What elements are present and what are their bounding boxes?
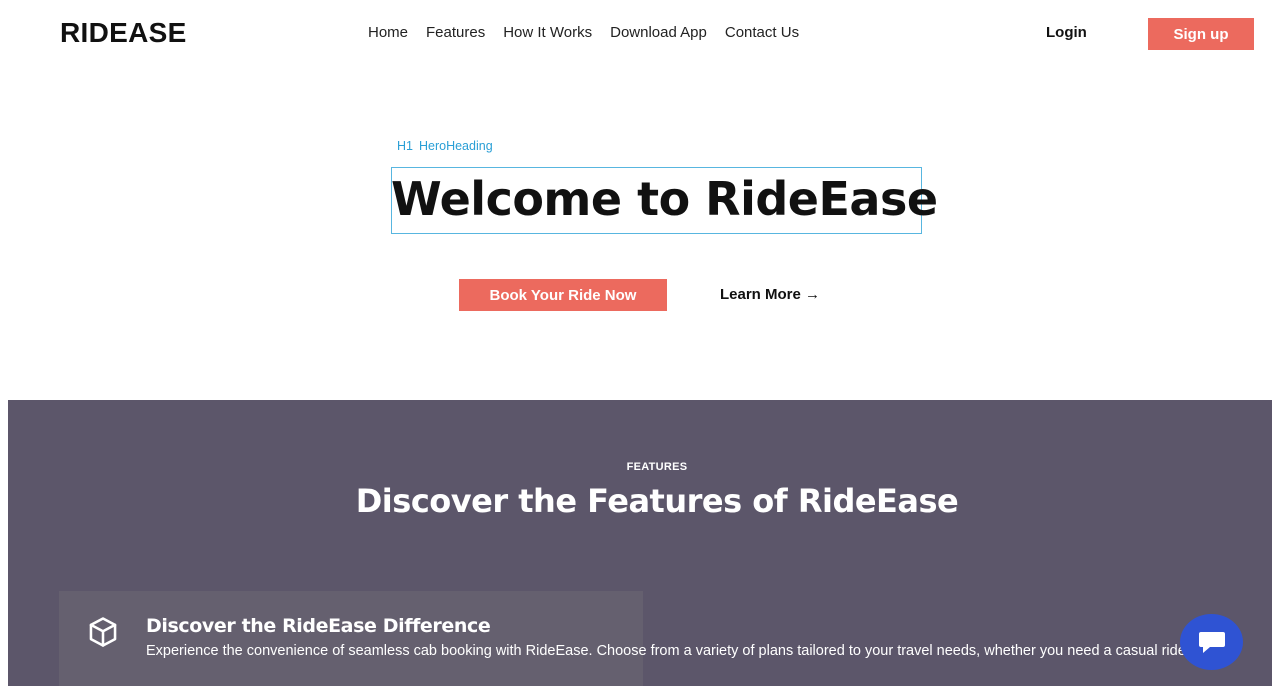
element-tag-type: H1 xyxy=(397,139,413,153)
hero-heading[interactable]: Welcome to RideEase xyxy=(391,172,938,226)
learn-more-link[interactable]: Learn More → xyxy=(720,286,820,303)
nav-contact-us[interactable]: Contact Us xyxy=(725,24,799,41)
nav-features[interactable]: Features xyxy=(426,24,485,41)
signup-button[interactable]: Sign up xyxy=(1148,18,1254,50)
features-title: Discover the Features of RideEase xyxy=(355,482,959,520)
nav-home[interactable]: Home xyxy=(368,24,408,41)
features-section: FEATURES Discover the Features of RideEa… xyxy=(8,400,1272,686)
chat-button[interactable] xyxy=(1180,614,1243,670)
feature-card xyxy=(59,591,643,686)
element-tag-name: HeroHeading xyxy=(418,139,493,153)
nav-download-app[interactable]: Download App xyxy=(610,24,707,41)
cube-icon xyxy=(89,617,117,647)
element-tag: H1 HeroHeading xyxy=(397,139,493,153)
chat-bubble-icon xyxy=(1198,632,1225,653)
book-ride-button[interactable]: Book Your Ride Now xyxy=(459,279,667,311)
feature-card-text: Experience the convenience of seamless c… xyxy=(146,643,1186,659)
site-logo[interactable]: RIDEASE xyxy=(60,17,187,49)
main-nav: Home Features How It Works Download App … xyxy=(368,24,817,41)
feature-card-title: Discover the RideEase Difference xyxy=(146,615,491,637)
features-eyebrow: FEATURES xyxy=(626,461,688,473)
nav-how-it-works[interactable]: How It Works xyxy=(503,24,592,41)
login-link[interactable]: Login xyxy=(1046,24,1087,41)
